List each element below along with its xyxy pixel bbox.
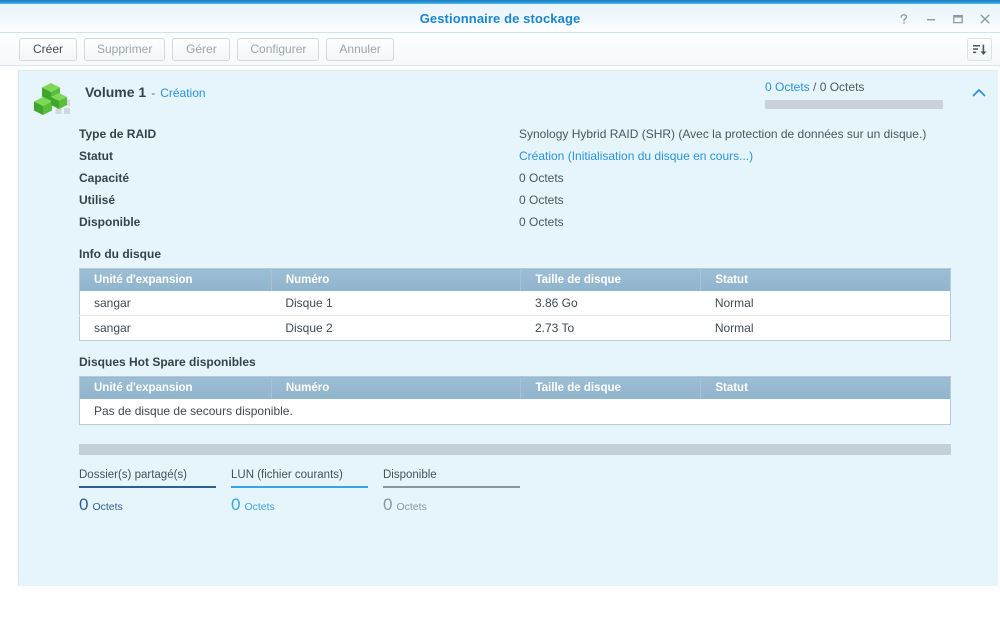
cell-status: Normal	[700, 315, 951, 341]
capacity-used: 0 Octets	[765, 80, 810, 94]
hot-spare-title: Disques Hot Spare disponibles	[79, 355, 256, 369]
detail-label: Capacité	[79, 171, 130, 185]
legend-value: 0 Octets	[79, 488, 231, 515]
column-header-status[interactable]: Statut	[700, 268, 951, 291]
disk-info-title: Info du disque	[79, 247, 161, 261]
column-header-status[interactable]: Statut	[700, 376, 951, 399]
detail-row-status: Statut Création (Initialisation du disqu…	[79, 145, 998, 167]
volume-cubes-icon	[33, 80, 73, 120]
volume-title-separator: -	[151, 86, 156, 100]
create-button[interactable]: Créer	[19, 37, 77, 61]
detail-value: 0 Octets	[519, 215, 564, 229]
usage-allocation-bar	[79, 444, 951, 455]
configure-button[interactable]: Configurer	[237, 37, 320, 61]
legend-unit: Octets	[396, 501, 427, 513]
volume-header: Volume 1 - Création 0 Octets / 0 Octets	[19, 71, 998, 119]
legend-number: 0	[79, 495, 89, 514]
delete-button[interactable]: Supprimer	[84, 37, 166, 61]
cell-expansion-unit: sangar	[79, 315, 272, 341]
hot-spare-table: Unité d'expansion Numéro Taille de disqu…	[79, 376, 951, 425]
volume-panel: Volume 1 - Création 0 Octets / 0 Octets	[18, 70, 998, 586]
legend-label: LUN (fichier courants)	[231, 469, 343, 481]
legend-unit: Octets	[92, 501, 123, 513]
cell-disk-size: 2.73 To	[520, 315, 701, 341]
legend-label: Disponible	[383, 469, 437, 481]
minimize-icon[interactable]	[924, 12, 938, 26]
detail-value: 0 Octets	[519, 171, 564, 185]
volume-capacity-block: 0 Octets / 0 Octets	[765, 80, 960, 109]
detail-value: Synology Hybrid RAID (SHR) (Avec la prot…	[519, 127, 927, 141]
detail-row-capacity: Capacité 0 Octets	[79, 167, 998, 189]
detail-label: Utilisé	[79, 193, 116, 207]
table-header-row: Unité d'expansion Numéro Taille de disqu…	[79, 376, 951, 399]
table-row[interactable]: sangar Disque 1 3.86 Go Normal	[79, 290, 951, 316]
help-icon[interactable]	[897, 12, 911, 26]
volume-details-list: Type de RAID Synology Hybrid RAID (SHR) …	[19, 119, 998, 233]
cell-disk-size: 3.86 Go	[520, 290, 701, 316]
detail-row-raid-type: Type de RAID Synology Hybrid RAID (SHR) …	[79, 123, 998, 145]
table-empty-row: Pas de disque de secours disponible.	[79, 398, 951, 425]
column-header-expansion-unit[interactable]: Unité d'expansion	[79, 268, 272, 291]
cell-status: Normal	[700, 290, 951, 316]
legend-label: Dossier(s) partagé(s)	[79, 469, 187, 481]
cell-expansion-unit: sangar	[79, 290, 272, 316]
detail-value: Création (Initialisation du disque en co…	[519, 149, 753, 163]
table-row[interactable]: sangar Disque 2 2.73 To Normal	[79, 315, 951, 341]
column-header-disk-size[interactable]: Taille de disque	[520, 268, 702, 291]
legend-item-shared-folders: Dossier(s) partagé(s) 0 Octets	[79, 469, 231, 515]
main-toolbar: Créer Supprimer Gérer Configurer Annuler	[0, 33, 1000, 66]
capacity-progress-bar	[765, 100, 943, 109]
close-icon[interactable]	[978, 12, 992, 26]
legend-number: 0	[231, 495, 241, 514]
capacity-total: 0 Octets	[819, 80, 865, 94]
window-controls	[897, 4, 992, 33]
window-title: Gestionnaire de stockage	[419, 10, 581, 26]
window-titlebar: Gestionnaire de stockage	[0, 4, 1000, 33]
legend-value: 0 Octets	[231, 488, 383, 515]
legend-item-available: Disponible 0 Octets	[383, 469, 535, 515]
volume-title-group: Volume 1 - Création	[85, 84, 206, 100]
detail-label: Type de RAID	[79, 127, 157, 141]
detail-row-available: Disponible 0 Octets	[79, 211, 998, 233]
column-header-expansion-unit[interactable]: Unité d'expansion	[79, 376, 272, 399]
cancel-button[interactable]: Annuler	[326, 37, 394, 61]
status-link[interactable]: Création (Initialisation du disque en co…	[519, 149, 753, 163]
column-header-disk-size[interactable]: Taille de disque	[520, 376, 702, 399]
capacity-divider: /	[813, 80, 817, 94]
volume-title: Volume 1	[85, 84, 147, 100]
detail-label: Statut	[79, 149, 113, 163]
detail-row-used: Utilisé 0 Octets	[79, 189, 998, 211]
disk-info-table: Unité d'expansion Numéro Taille de disqu…	[79, 268, 951, 341]
detail-value: 0 Octets	[519, 193, 564, 207]
legend-number: 0	[383, 495, 393, 514]
sort-descending-icon[interactable]	[967, 38, 992, 61]
cell-number: Disque 2	[271, 315, 521, 341]
column-header-number[interactable]: Numéro	[271, 268, 522, 291]
cell-number: Disque 1	[271, 290, 521, 316]
empty-message: Pas de disque de secours disponible.	[79, 398, 951, 425]
legend-value: 0 Octets	[383, 488, 535, 515]
manage-button[interactable]: Gérer	[172, 37, 231, 61]
capacity-text: 0 Octets / 0 Octets	[765, 80, 960, 94]
detail-label: Disponible	[79, 215, 141, 229]
usage-legend: Dossier(s) partagé(s) 0 Octets LUN (fich…	[79, 469, 998, 515]
maximize-icon[interactable]	[951, 12, 965, 26]
volume-state-label: Création	[160, 86, 206, 100]
column-header-number[interactable]: Numéro	[271, 376, 522, 399]
legend-item-lun: LUN (fichier courants) 0 Octets	[231, 469, 383, 515]
table-header-row: Unité d'expansion Numéro Taille de disqu…	[79, 268, 951, 291]
storage-manager-window: Gestionnaire de stockage Créer Supprimer…	[0, 0, 1000, 637]
content-area: Volume 1 - Création 0 Octets / 0 Octets	[0, 66, 1000, 637]
chevron-up-icon[interactable]	[970, 84, 988, 102]
legend-unit: Octets	[244, 501, 275, 513]
